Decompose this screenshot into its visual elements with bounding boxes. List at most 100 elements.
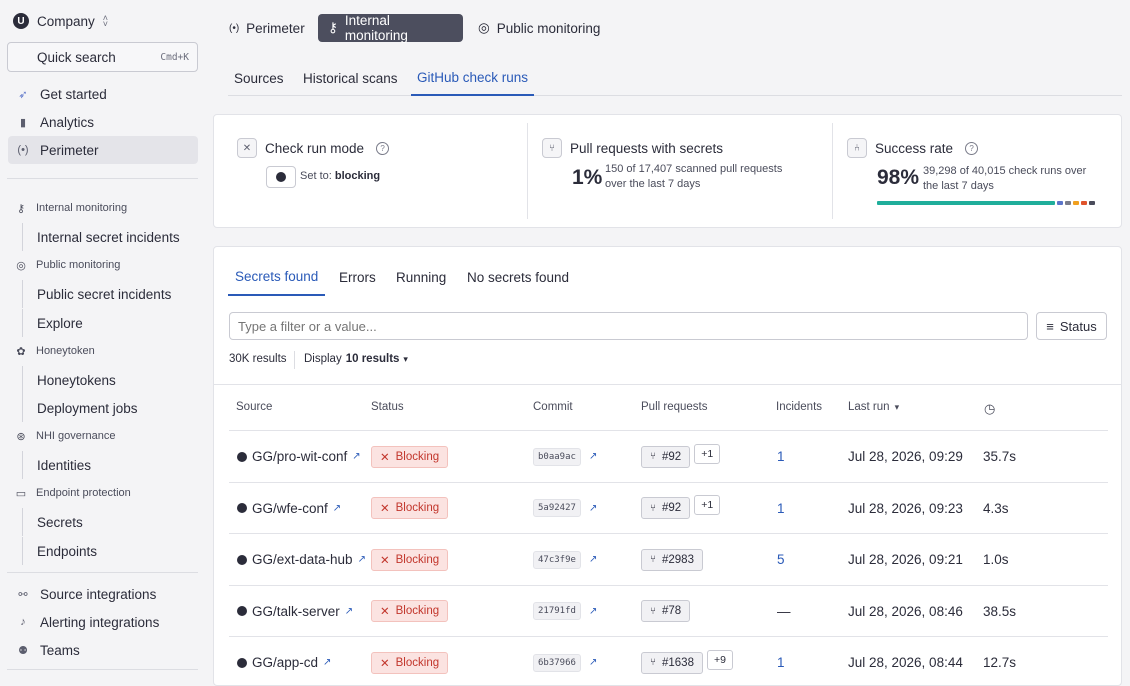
stat-label: Check run mode: [265, 140, 365, 156]
tab-no-secrets-found[interactable]: No secrets found: [460, 258, 576, 296]
incidents-count[interactable]: 1: [777, 637, 785, 685]
external-link-icon[interactable]: ↗: [323, 657, 331, 668]
nav-honeytokens[interactable]: Honeytokens: [22, 366, 198, 394]
col-last-run[interactable]: Last run ▾: [848, 401, 899, 413]
tab-internal-monitoring[interactable]: ⚷ Internal monitoring: [318, 13, 463, 43]
commit-cell[interactable]: b0aa9ac ↗: [533, 431, 597, 482]
source-name: GG/pro-wit-conf: [252, 449, 348, 464]
tab-github-check-runs[interactable]: GitHub check runs: [411, 60, 535, 96]
nav-label: Source integrations: [40, 586, 157, 602]
radio-waves-icon: (•): [229, 22, 240, 34]
bar-chart-icon: ▮: [19, 116, 27, 129]
branch-icon: ⑃: [847, 138, 867, 158]
tab-secrets-found[interactable]: Secrets found: [228, 258, 326, 296]
external-link-icon[interactable]: ↗: [345, 606, 353, 617]
group-label: Public monitoring: [36, 259, 121, 271]
status-label: Blocking: [395, 502, 440, 514]
source-cell[interactable]: GG/app-cd ↗: [237, 637, 331, 685]
stat-label: Pull requests with secrets: [570, 140, 724, 156]
tab-running[interactable]: Running: [389, 258, 453, 296]
incidents-count[interactable]: 5: [777, 534, 785, 585]
display-select[interactable]: Display 10 results ▾: [304, 353, 408, 365]
tab-historical-scans[interactable]: Historical scans: [297, 60, 404, 96]
pull-request-icon: ⑂: [650, 502, 656, 514]
filter-input[interactable]: [229, 312, 1028, 340]
external-link-icon[interactable]: ↗: [358, 554, 366, 565]
tab-sources[interactable]: Sources: [228, 60, 290, 96]
bar-segment: [1073, 201, 1079, 205]
status-filter-button[interactable]: ≡ Status: [1036, 312, 1107, 340]
external-link-icon[interactable]: ↗: [352, 451, 360, 462]
nav-label: Alerting integrations: [40, 614, 160, 630]
col-status: Status: [371, 401, 404, 413]
commit-hash: b0aa9ac: [533, 447, 581, 466]
status-badge: ✕ Blocking: [371, 600, 449, 622]
nav-internal-secret-incidents[interactable]: Internal secret incidents: [22, 223, 198, 251]
nav-perimeter[interactable]: (•) Perimeter: [8, 136, 198, 164]
external-link-icon[interactable]: ↗: [589, 554, 597, 565]
commit-cell[interactable]: 5a92427 ↗: [533, 483, 597, 534]
nav-label: Get started: [40, 86, 107, 102]
group-nhi-governance: ⊛ NHI governance: [14, 427, 115, 445]
divider: [294, 351, 295, 369]
table-row[interactable]: GG/ext-data-hub ↗ ✕ Blocking 47c3f9e ↗ ⑂ #2983 5…: [229, 533, 1108, 584]
pull-request-pill[interactable]: ⑂ #2983: [641, 548, 703, 571]
pull-request-pill[interactable]: ⑂ #92: [641, 445, 691, 468]
tab-perimeter[interactable]: (•) Perimeter: [219, 14, 315, 42]
group-endpoint-protection: ▭ Endpoint protection: [14, 484, 131, 502]
commit-hash: 21791fd: [533, 602, 581, 620]
pull-request-pill[interactable]: ⑂ #78: [641, 600, 691, 622]
tab-public-monitoring[interactable]: ◎ Public monitoring: [468, 14, 610, 42]
table-row[interactable]: GG/talk-server ↗ ✕ Blocking 21791fd ↗ ⑂ #78 — Jul…: [229, 584, 1108, 637]
more-prs-badge[interactable]: +1: [694, 443, 721, 464]
source-cell[interactable]: GG/wfe-conf ↗: [237, 483, 341, 534]
commit-cell[interactable]: 6b37966 ↗: [533, 637, 597, 685]
bar-segment: [1065, 201, 1071, 205]
nav-deployment-jobs[interactable]: Deployment jobs: [22, 394, 198, 422]
nav-source-integrations[interactable]: ⚯ Source integrations: [8, 580, 198, 608]
more-prs-badge[interactable]: +9: [706, 649, 733, 670]
col-duration: ◷: [984, 401, 995, 417]
nav-analytics[interactable]: ▮ Analytics: [8, 108, 198, 136]
external-link-icon[interactable]: ↗: [589, 606, 597, 617]
nav-label: Endpoints: [37, 543, 98, 559]
honeycomb-icon: ✿: [16, 345, 26, 358]
company-switcher[interactable]: U Company ˄ ˅: [13, 11, 108, 31]
more-prs-badge[interactable]: +1: [694, 495, 721, 515]
commit-cell[interactable]: 21791fd ↗: [533, 586, 597, 637]
nav-secrets[interactable]: Secrets: [22, 508, 198, 536]
help-icon[interactable]: ?: [965, 141, 979, 155]
table-row[interactable]: GG/app-cd ↗ ✕ Blocking 6b37966 ↗ ⑂ #1638 +9 1 Jul …: [229, 636, 1108, 685]
source-cell[interactable]: GG/ext-data-hub ↗: [237, 534, 366, 585]
help-icon[interactable]: ?: [376, 141, 390, 155]
nav-alerting-integrations[interactable]: ♪ Alerting integrations: [8, 608, 198, 636]
incidents-count[interactable]: 1: [777, 431, 785, 482]
nav-endpoints[interactable]: Endpoints: [22, 537, 198, 565]
incidents-count[interactable]: 1: [777, 483, 785, 534]
pull-request-cell: ⑂ #92 +1: [641, 483, 721, 534]
quick-search[interactable]: Quick search Cmd+K: [7, 42, 198, 72]
success-rate-bar: [877, 201, 1101, 205]
external-link-icon[interactable]: ↗: [589, 657, 597, 668]
last-run-time: Jul 28, 2026, 09:29: [848, 449, 963, 464]
close-icon: ✕: [380, 554, 390, 567]
source-cell[interactable]: GG/pro-wit-conf ↗: [237, 431, 361, 482]
commit-cell[interactable]: 47c3f9e ↗: [533, 534, 597, 585]
external-link-icon[interactable]: ↗: [333, 503, 341, 514]
run-duration: 1.0s: [983, 552, 1009, 567]
nav-explore[interactable]: Explore: [22, 309, 198, 337]
external-link-icon[interactable]: ↗: [589, 503, 597, 514]
nav-teams[interactable]: ⚉ Teams: [8, 636, 198, 664]
nav-identities[interactable]: Identities: [22, 451, 198, 479]
company-logo-icon: U: [13, 13, 29, 29]
nav-get-started[interactable]: ➶ Get started: [8, 80, 198, 108]
table-row[interactable]: GG/wfe-conf ↗ ✕ Blocking 5a92427 ↗ ⑂ #92 +1 1 Jul …: [229, 481, 1108, 534]
source-cell[interactable]: GG/talk-server ↗: [237, 586, 353, 637]
tab-errors[interactable]: Errors: [332, 258, 383, 296]
external-link-icon[interactable]: ↗: [589, 451, 597, 462]
nav-public-secret-incidents[interactable]: Public secret incidents: [22, 280, 198, 308]
pull-request-pill[interactable]: ⑂ #1638: [641, 651, 703, 674]
col-pull-requests: Pull requests: [641, 401, 708, 413]
pull-request-pill[interactable]: ⑂ #92: [641, 497, 691, 519]
table-row[interactable]: GG/pro-wit-conf ↗ ✕ Blocking b0aa9ac ↗ ⑂ #92 +1 1…: [229, 430, 1108, 481]
